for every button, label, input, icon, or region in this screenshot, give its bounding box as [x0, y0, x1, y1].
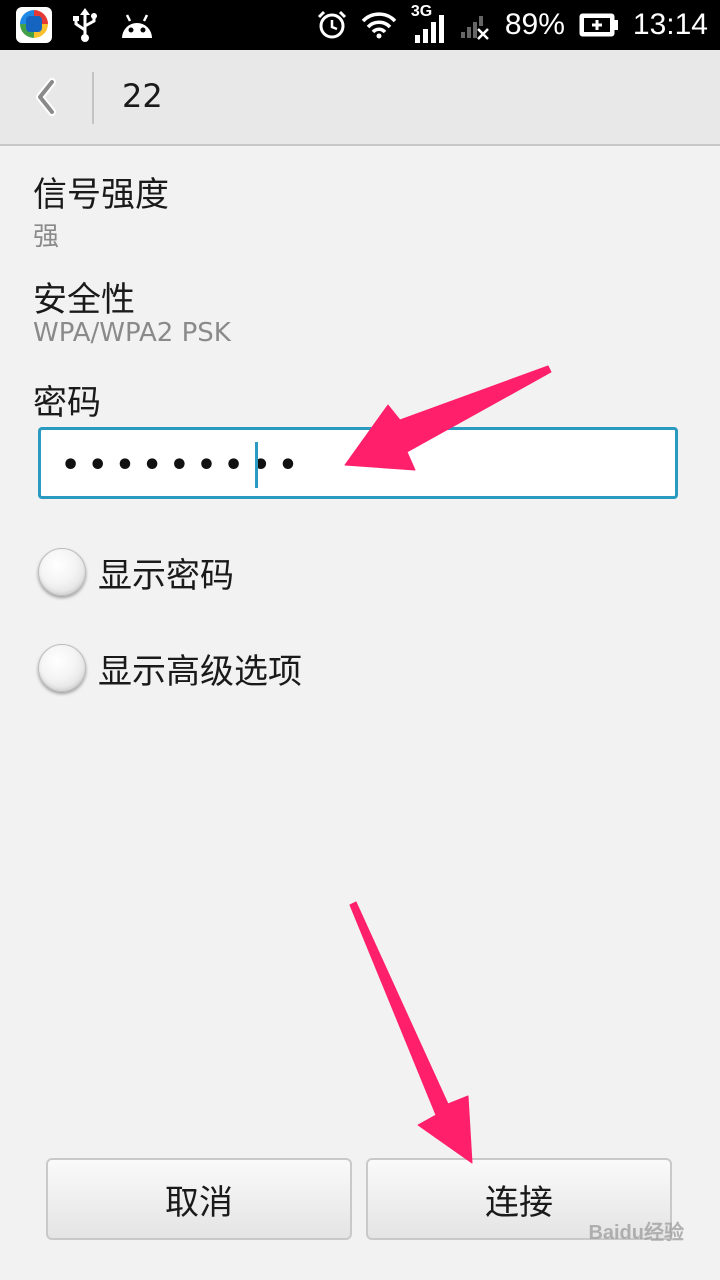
password-label: 密码: [33, 383, 101, 423]
show-password-radio[interactable]: [38, 548, 86, 596]
show-password-checkbox[interactable]: 显示密码: [38, 544, 234, 600]
signal-strength-value: 强: [33, 222, 60, 252]
cell-signal-no-data-icon: [460, 16, 489, 40]
network-name-title: 22: [122, 77, 163, 115]
show-advanced-checkbox[interactable]: 显示高级选项: [38, 640, 302, 696]
clock: 13:14: [632, 8, 708, 41]
app-store-icon: [16, 7, 52, 43]
title-bar: 22: [0, 50, 720, 146]
arrow-to-connect-icon: [349, 901, 473, 1164]
alarm-icon: [317, 10, 346, 39]
security-value: WPA/WPA2 PSK: [33, 318, 231, 348]
security-label: 安全性: [33, 280, 135, 320]
usb-icon: [73, 8, 97, 42]
show-advanced-radio[interactable]: [38, 644, 86, 692]
cancel-button[interactable]: 取消: [46, 1158, 352, 1240]
text-caret: [255, 442, 258, 488]
battery-percent: 89%: [504, 8, 565, 41]
signal-strength-label: 信号强度: [33, 175, 169, 215]
chevron-left-icon: [36, 78, 56, 116]
title-divider: [92, 72, 94, 124]
cell-signal-icon: 3G: [411, 3, 447, 45]
back-button[interactable]: [22, 72, 76, 122]
wifi-icon: [361, 12, 397, 39]
show-advanced-label: 显示高级选项: [98, 651, 302, 692]
android-icon: [122, 14, 152, 38]
password-input[interactable]: •••••••••: [38, 427, 678, 499]
password-masked-value: •••••••••: [61, 448, 306, 483]
battery-icon: [579, 13, 618, 37]
status-bar: 3G 89% 13:14: [0, 0, 720, 50]
baidu-watermark: Baidu经验: [588, 1222, 684, 1244]
show-password-label: 显示密码: [98, 555, 234, 596]
